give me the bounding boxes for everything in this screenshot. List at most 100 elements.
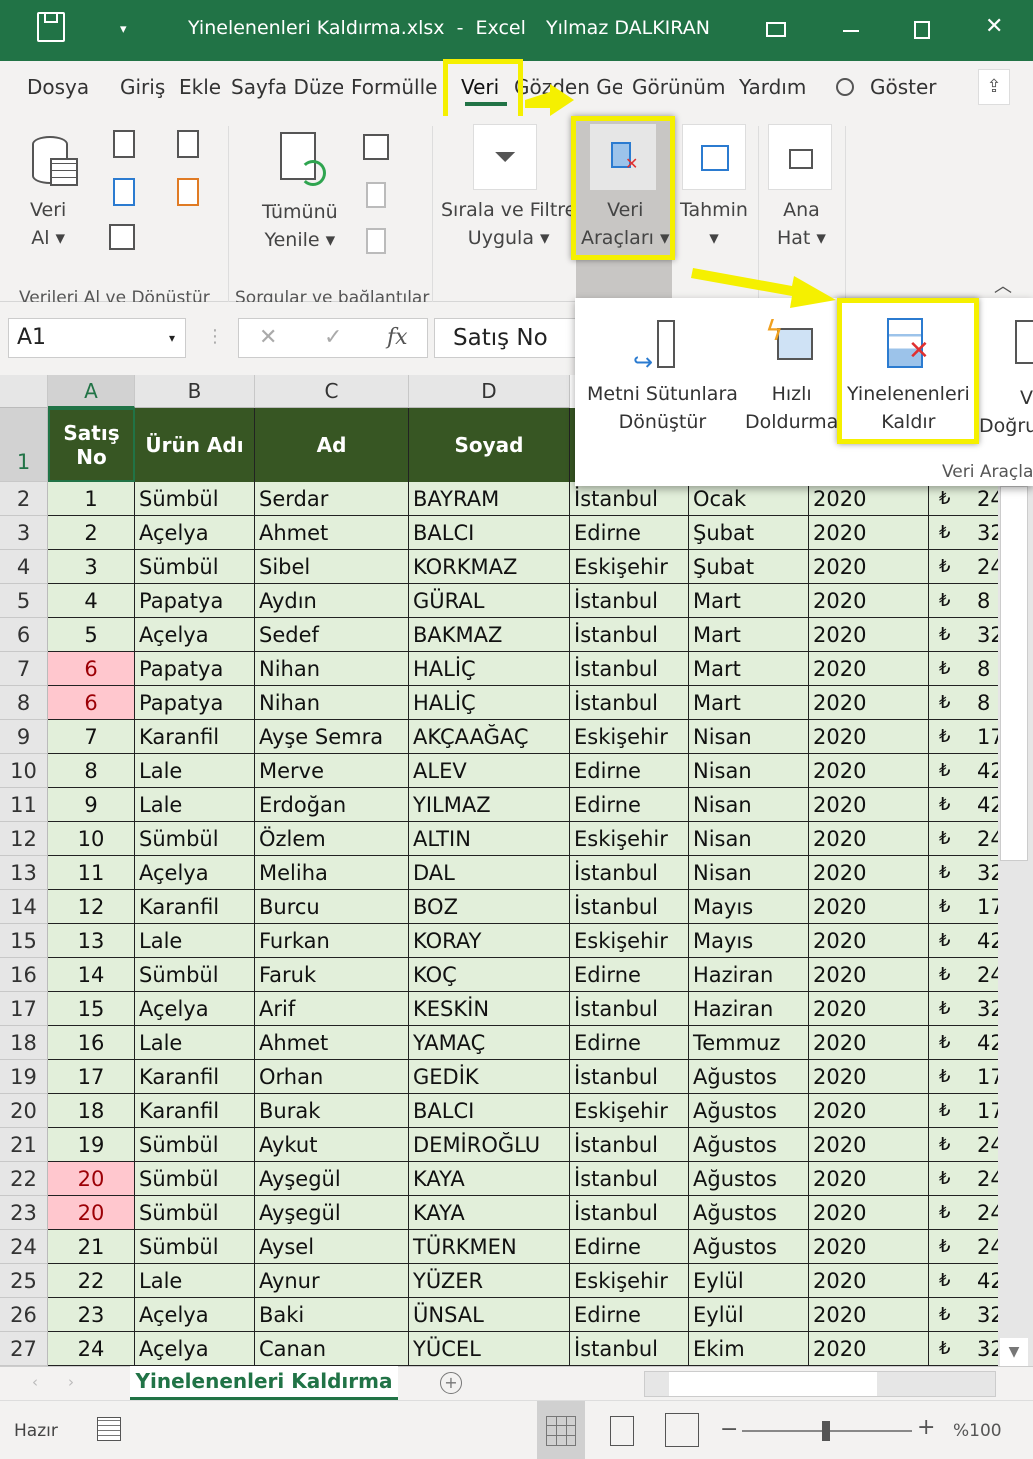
table-cell[interactable]: ₺ 42 — [929, 754, 998, 788]
table-cell[interactable]: ₺ 8 — [929, 686, 998, 720]
row-header[interactable]: 11 — [0, 788, 48, 822]
table-cell[interactable]: Eskişehir — [570, 1264, 689, 1298]
table-cell[interactable]: KORAY — [409, 924, 570, 958]
table-cell[interactable]: KAYA — [409, 1162, 570, 1196]
table-cell[interactable]: 2020 — [809, 1060, 929, 1094]
table-cell[interactable]: DEMİROĞLU — [409, 1128, 570, 1162]
quick-access-dropdown-icon[interactable]: ▾ — [120, 22, 127, 37]
table-cell[interactable]: KAYA — [409, 1196, 570, 1230]
table-cell[interactable]: 2020 — [809, 754, 929, 788]
macro-record-icon[interactable] — [97, 1417, 121, 1441]
ribbon-display-options-icon[interactable] — [766, 22, 786, 37]
tab-view[interactable]: Görünüm — [632, 75, 725, 99]
table-cell[interactable]: Ayşe Semra — [255, 720, 409, 754]
table-cell[interactable]: 2020 — [809, 1196, 929, 1230]
flash-fill-button[interactable]: Hızlı Doldurma — [745, 380, 838, 436]
table-cell[interactable]: 2020 — [809, 516, 929, 550]
table-cell[interactable]: Ağustos — [689, 1094, 809, 1128]
table-cell[interactable]: Eskişehir — [570, 550, 689, 584]
table-cell[interactable]: Burak — [255, 1094, 409, 1128]
from-table-icon[interactable] — [109, 224, 135, 250]
table-cell[interactable]: 2020 — [809, 890, 929, 924]
table-cell[interactable]: Lale — [135, 754, 255, 788]
table-cell[interactable]: 10 — [48, 822, 135, 856]
table-cell[interactable]: ₺ 8 — [929, 584, 998, 618]
table-cell[interactable]: Lale — [135, 924, 255, 958]
table-cell[interactable]: ₺ 32 — [929, 618, 998, 652]
tab-home[interactable]: Giriş — [120, 75, 165, 99]
table-cell[interactable]: Ağustos — [689, 1060, 809, 1094]
search-icon[interactable] — [836, 78, 854, 96]
column-header-B[interactable]: B — [135, 375, 255, 408]
table-cell[interactable]: ALEV — [409, 754, 570, 788]
table-cell[interactable]: Sümbül — [135, 1196, 255, 1230]
normal-view-button[interactable] — [537, 1401, 585, 1459]
row-header[interactable]: 6 — [0, 618, 48, 652]
close-icon[interactable]: ✕ — [985, 14, 1003, 39]
table-cell[interactable]: ₺ 8 — [929, 652, 998, 686]
table-cell[interactable]: Mart — [689, 652, 809, 686]
table-cell[interactable]: 2020 — [809, 686, 929, 720]
table-cell[interactable]: Sümbül — [135, 958, 255, 992]
table-cell[interactable]: Sümbül — [135, 1230, 255, 1264]
table-cell[interactable]: Açelya — [135, 992, 255, 1026]
table-cell[interactable]: Karanfil — [135, 720, 255, 754]
table-cell[interactable]: Ekim — [689, 1332, 809, 1366]
table-cell[interactable]: Ayşegül — [255, 1162, 409, 1196]
table-cell[interactable]: 19 — [48, 1128, 135, 1162]
sort-filter-button[interactable]: Sırala ve Filtre Uygula ▾ — [441, 196, 576, 252]
table-cell[interactable]: Açelya — [135, 516, 255, 550]
table-cell[interactable]: HALİÇ — [409, 652, 570, 686]
table-cell[interactable]: Karanfil — [135, 890, 255, 924]
row-header[interactable]: 22 — [0, 1162, 48, 1196]
table-cell[interactable]: Mart — [689, 686, 809, 720]
table-cell[interactable]: 2020 — [809, 822, 929, 856]
table-cell[interactable]: Açelya — [135, 1332, 255, 1366]
enter-icon[interactable]: ✓ — [324, 319, 342, 357]
table-cell[interactable]: Sümbül — [135, 1128, 255, 1162]
table-cell[interactable]: Karanfil — [135, 1094, 255, 1128]
tab-file[interactable]: Dosya — [27, 75, 89, 99]
save-icon[interactable] — [37, 12, 65, 42]
table-cell[interactable]: Aykut — [255, 1128, 409, 1162]
table-cell[interactable]: 2020 — [809, 958, 929, 992]
table-cell[interactable]: 6 — [48, 652, 135, 686]
table-cell[interactable]: Edirne — [570, 958, 689, 992]
scroll-down-icon[interactable]: ▼ — [1000, 1338, 1028, 1366]
table-cell[interactable]: Ağustos — [689, 1128, 809, 1162]
table-cell[interactable]: ÜNSAL — [409, 1298, 570, 1332]
table-cell[interactable]: ₺ 24 — [929, 1196, 998, 1230]
table-cell[interactable]: Mart — [689, 584, 809, 618]
table-cell[interactable]: BALCI — [409, 1094, 570, 1128]
outline-button[interactable]: Ana Hat ▾ — [777, 196, 826, 252]
zoom-slider[interactable] — [742, 1421, 912, 1441]
table-cell[interactable]: KORKMAZ — [409, 550, 570, 584]
table-cell[interactable]: Sibel — [255, 550, 409, 584]
table-cell[interactable]: 24 — [48, 1332, 135, 1366]
table-cell[interactable]: Eskişehir — [570, 822, 689, 856]
horizontal-scrollbar[interactable] — [644, 1371, 996, 1397]
table-cell[interactable]: ₺ 42 — [929, 788, 998, 822]
collapse-ribbon-icon[interactable]: ︿ — [994, 272, 1012, 298]
table-cell[interactable]: YÜZER — [409, 1264, 570, 1298]
table-cell[interactable]: ₺ 17 — [929, 720, 998, 754]
chevron-down-icon[interactable]: ▾ — [169, 319, 175, 357]
header-cell[interactable]: Ad — [255, 408, 409, 482]
table-cell[interactable]: 2020 — [809, 1332, 929, 1366]
table-cell[interactable]: 2020 — [809, 618, 929, 652]
tab-review[interactable]: Gözden Ge — [514, 75, 622, 99]
table-cell[interactable]: 2 — [48, 516, 135, 550]
table-cell[interactable]: Orhan — [255, 1060, 409, 1094]
table-cell[interactable]: Papatya — [135, 584, 255, 618]
table-cell[interactable]: 2020 — [809, 1298, 929, 1332]
table-cell[interactable]: Lale — [135, 788, 255, 822]
minimize-icon[interactable] — [843, 30, 859, 32]
table-cell[interactable]: 2020 — [809, 1128, 929, 1162]
table-cell[interactable]: KOÇ — [409, 958, 570, 992]
hscroll-thumb[interactable] — [669, 1372, 877, 1396]
table-cell[interactable]: Erdoğan — [255, 788, 409, 822]
table-cell[interactable]: GEDİK — [409, 1060, 570, 1094]
table-cell[interactable]: Lale — [135, 1026, 255, 1060]
table-cell[interactable]: ₺ 24 — [929, 482, 998, 516]
row-header[interactable]: 2 — [0, 482, 48, 516]
